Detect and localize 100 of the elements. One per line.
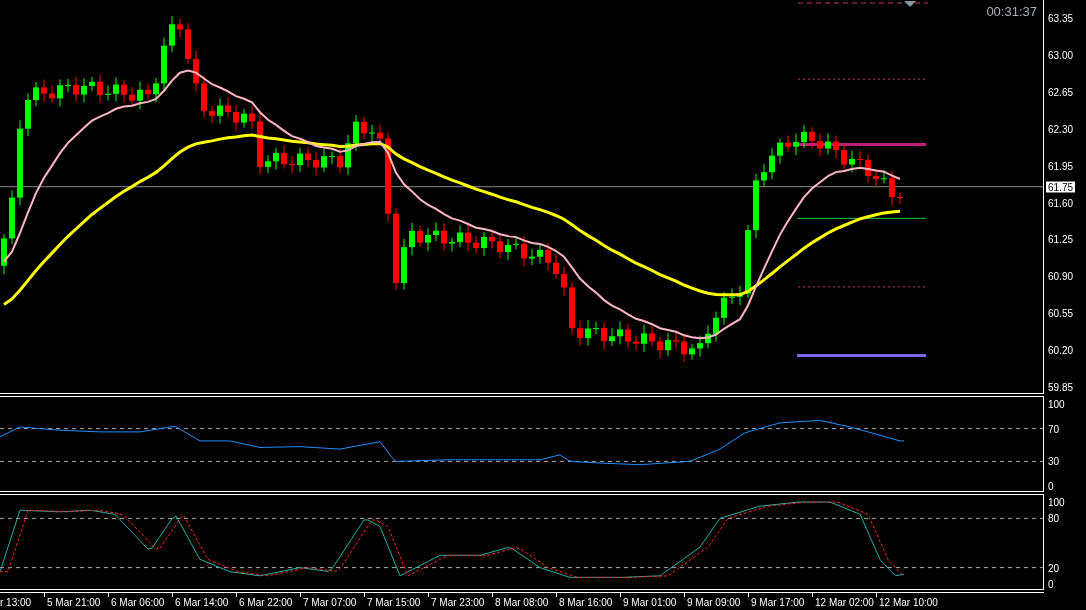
candlestick	[841, 143, 847, 170]
candlestick	[625, 323, 631, 350]
candlestick	[657, 336, 663, 359]
candlestick	[313, 151, 319, 176]
candlestick	[337, 148, 343, 174]
candlestick	[593, 321, 599, 335]
indicator-scale-label: 100	[1048, 398, 1065, 410]
candlestick	[497, 232, 503, 259]
candlestick	[873, 168, 879, 188]
candlestick	[569, 282, 575, 335]
candlestick	[201, 75, 207, 118]
candlestick	[601, 322, 607, 350]
candlestick	[265, 154, 271, 174]
price-label: 61.60	[1048, 197, 1074, 208]
indicator-scale-label: 80	[1048, 512, 1060, 524]
candlestick	[273, 146, 279, 171]
time-label: 9 Mar 09:00	[687, 597, 741, 609]
candlestick	[849, 150, 855, 174]
price-label: 60.20	[1048, 344, 1074, 356]
candlestick	[793, 133, 799, 156]
time-label: 5 Mar 21:00	[47, 597, 101, 609]
price-label: 62.30	[1048, 123, 1074, 135]
candlestick	[897, 192, 903, 205]
candlestick	[209, 106, 215, 124]
candlestick	[801, 124, 807, 149]
time-label: 6 Mar 14:00	[175, 597, 229, 609]
indicator-scale-label: 70	[1048, 423, 1060, 435]
price-label: 60.90	[1048, 270, 1074, 282]
candlestick	[425, 227, 431, 252]
candlestick	[193, 50, 199, 93]
time-label: 9 Mar 17:00	[751, 597, 805, 609]
candlestick	[633, 334, 639, 351]
candlestick	[697, 335, 703, 358]
time-label: 8 Mar 08:00	[495, 597, 549, 609]
time-label: 7 Mar 07:00	[303, 597, 357, 609]
candlestick	[81, 77, 87, 104]
candlestick	[489, 228, 495, 250]
price-label: 62.65	[1048, 86, 1074, 98]
candlestick	[305, 146, 311, 168]
candlestick	[217, 97, 223, 125]
candlestick	[713, 311, 719, 343]
indicator-scale-label: 100	[1048, 496, 1065, 508]
time-label: 6 Mar 22:00	[239, 597, 293, 609]
time-label: 12 Mar 10:00	[879, 597, 938, 609]
candlestick	[145, 82, 151, 100]
time-label: 7 Mar 23:00	[431, 597, 485, 609]
candlestick	[105, 84, 111, 102]
candlestick	[33, 81, 39, 107]
candlestick	[321, 148, 327, 173]
candlestick	[857, 150, 863, 168]
candlestick	[513, 237, 519, 250]
candlestick	[441, 222, 447, 252]
candlestick	[353, 114, 359, 152]
candlestick	[825, 132, 831, 155]
candlestick	[649, 325, 655, 347]
time-label: 6 Mar 06:00	[111, 597, 165, 609]
candlestick	[153, 77, 159, 103]
candlestick	[681, 334, 687, 363]
indicator-scale-label: 30	[1048, 455, 1060, 467]
candlestick	[73, 76, 79, 102]
candlestick	[721, 291, 727, 326]
candlestick	[113, 76, 119, 102]
candlestick	[241, 108, 247, 129]
candlestick	[729, 288, 735, 305]
indicator-scale-label: 20	[1048, 562, 1060, 574]
candlestick	[97, 74, 103, 104]
candlestick	[401, 238, 407, 291]
candlestick	[473, 235, 479, 254]
candlestick	[785, 135, 791, 153]
candlestick	[689, 343, 695, 361]
candlestick	[817, 132, 823, 157]
candlestick	[449, 237, 455, 252]
candlestick	[297, 147, 303, 173]
candlestick	[281, 144, 287, 169]
candlestick	[609, 327, 615, 347]
candlestick	[777, 137, 783, 165]
candlestick	[1, 233, 7, 275]
candlestick	[89, 76, 95, 92]
candlestick	[409, 222, 415, 256]
price-label: 63.00	[1048, 49, 1074, 61]
candlestick	[561, 266, 567, 297]
candlestick	[889, 170, 895, 206]
price-label: 59.85	[1048, 381, 1074, 393]
candlestick	[865, 154, 871, 184]
candlestick	[545, 242, 551, 272]
candlestick	[529, 248, 535, 266]
price-label: 63.35	[1048, 12, 1074, 24]
candlestick	[161, 37, 167, 91]
candlestick	[329, 151, 335, 166]
candlestick	[833, 135, 839, 160]
candlestick	[361, 116, 367, 140]
candlestick	[521, 235, 527, 268]
time-label: 8 Mar 16:00	[559, 597, 613, 609]
candlestick	[761, 163, 767, 188]
price-label: 61.95	[1048, 160, 1074, 172]
triangle-marker-icon	[904, 1, 916, 7]
candlestick	[881, 169, 887, 184]
candlestick	[481, 231, 487, 257]
time-label: r 13:00	[0, 597, 32, 609]
current-price-label: 61.75	[1046, 181, 1076, 193]
